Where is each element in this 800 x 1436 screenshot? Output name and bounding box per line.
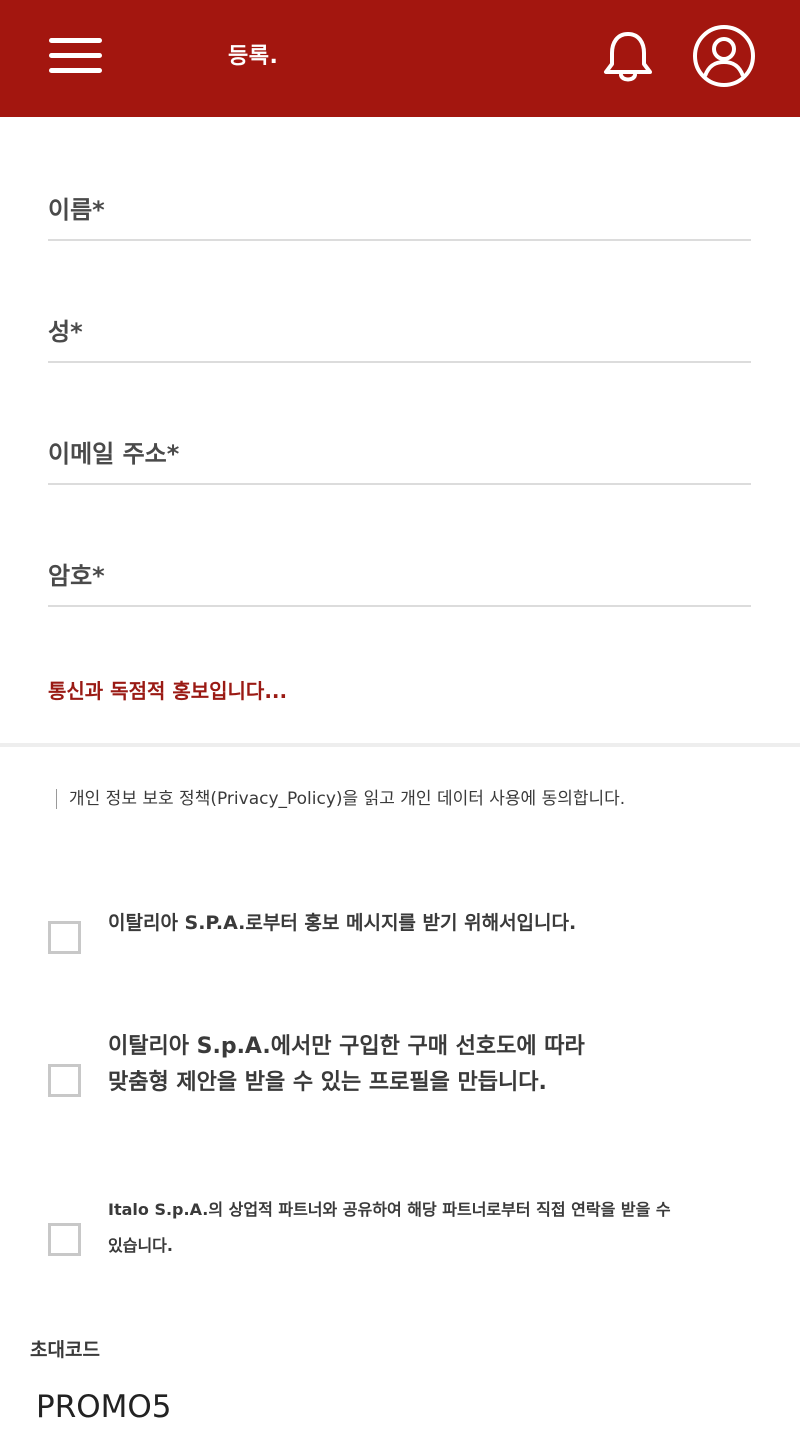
privacy-consent: 개인 정보 보호 정책(Privacy_Policy)을 읽고 개인 데이터 사…	[56, 784, 756, 809]
consent-checkbox[interactable]	[48, 1223, 81, 1256]
privacy-marker	[56, 789, 57, 809]
consent-checkbox[interactable]	[48, 1064, 81, 1097]
password-input[interactable]	[48, 543, 755, 607]
hamburger-menu-icon[interactable]	[40, 32, 110, 80]
consent-text: Italo S.p.A.의 상업적 파트너와 공유하여 해당 파트너로부터 직접…	[108, 1200, 671, 1255]
consent-text: 이탈리아 S.P.A.로부터 홍보 메시지를 받기 위해서입니다.	[108, 912, 577, 934]
promo-communication-link[interactable]: 통신과 독점적 홍보입니다...	[48, 675, 287, 704]
email-field[interactable]: 이메일 주소*	[48, 421, 755, 485]
password-field[interactable]: 암호*	[48, 543, 755, 607]
page-title: 등록.	[228, 44, 279, 69]
first-name-input[interactable]	[48, 177, 755, 241]
registration-page: 등록. 이름* 성* 이메일 주소* 암호* 통신과 독점적 홍보입니다... …	[0, 0, 800, 1436]
user-profile-icon[interactable]	[690, 22, 758, 90]
privacy-text: 개인 정보 보호 정책(Privacy_Policy)을 읽고 개인 데이터 사…	[69, 789, 626, 809]
invite-code-label: 초대코드	[30, 1339, 100, 1361]
email-input[interactable]	[48, 421, 755, 485]
invite-code-input[interactable]	[36, 1385, 436, 1429]
section-divider	[0, 743, 800, 747]
bell-icon[interactable]	[598, 26, 658, 86]
app-header: 등록.	[0, 0, 800, 117]
last-name-field[interactable]: 성*	[48, 299, 755, 363]
first-name-field[interactable]: 이름*	[48, 177, 755, 241]
consent-text: 이탈리아 S.p.A.에서만 구입한 구매 선호도에 따라 맞춤형 제안을 받을…	[108, 1034, 585, 1095]
last-name-input[interactable]	[48, 299, 755, 363]
consent-checkbox[interactable]	[48, 921, 81, 954]
